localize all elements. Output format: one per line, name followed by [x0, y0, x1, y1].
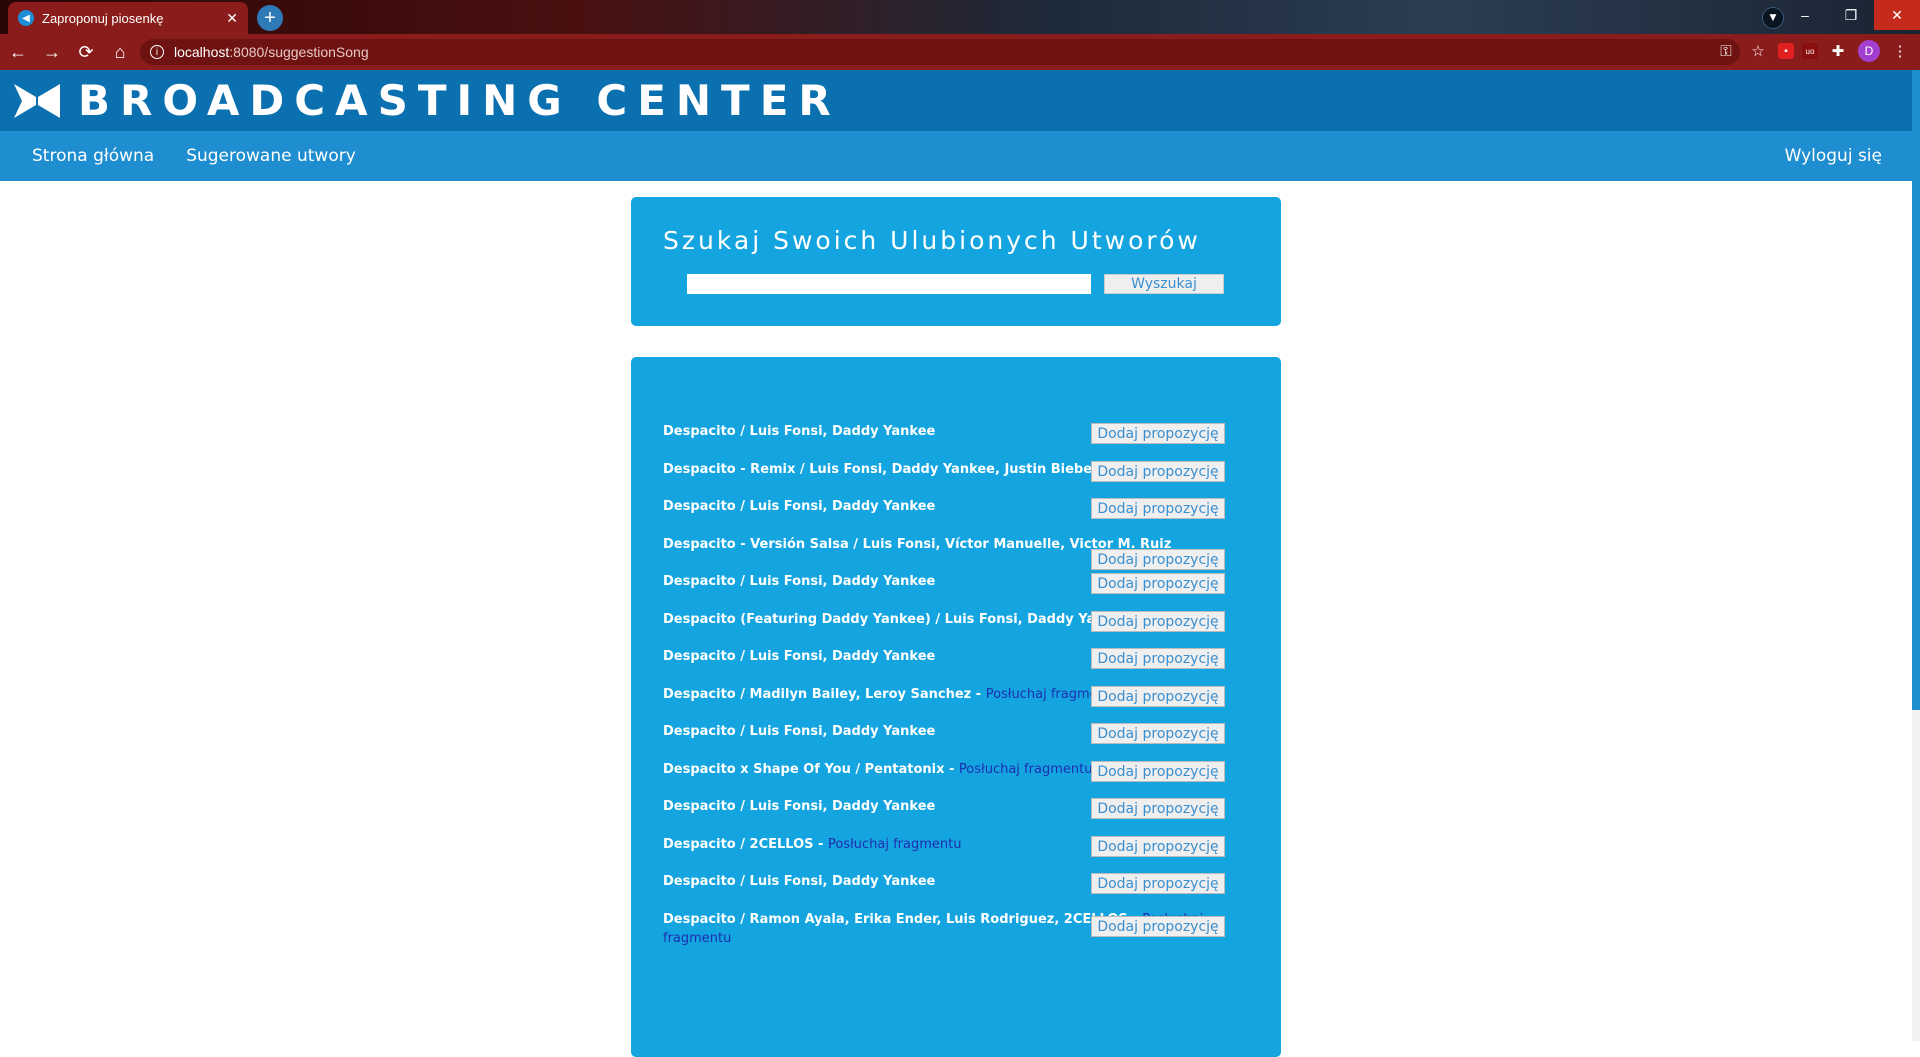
result-row: Despacito (Featuring Daddy Yankee) / Lui…: [663, 608, 1263, 632]
song-title: Despacito / Luis Fonsi, Daddy Yankee: [663, 799, 936, 814]
result-row: Despacito / Luis Fonsi, Daddy Yankee Doda…: [663, 795, 1263, 819]
result-row: Despacito - Remix / Luis Fonsi, Daddy Ya…: [663, 458, 1263, 482]
song-title: Despacito x Shape Of You / Pentatonix -: [663, 762, 959, 777]
song-title: Despacito / Ramon Ayala, Erika Ender, Lu…: [663, 912, 1143, 927]
result-row: Despacito / Luis Fonsi, Daddy Yankee Doda…: [663, 870, 1263, 894]
search-input[interactable]: [687, 274, 1091, 294]
search-panel: Szukaj Swoich Ulubionych Utworów Wyszuka…: [631, 197, 1281, 326]
add-suggestion-button[interactable]: Dodaj propozycję: [1091, 611, 1225, 632]
menu-kebab-icon[interactable]: ⋮: [1888, 38, 1912, 64]
result-row: Despacito / Luis Fonsi, Daddy Yankee Doda…: [663, 420, 1263, 444]
info-icon[interactable]: i: [150, 45, 164, 59]
add-suggestion-button[interactable]: Dodaj propozycję: [1091, 461, 1225, 482]
result-row: Despacito / Luis Fonsi, Daddy Yankee Doda…: [663, 495, 1263, 519]
forward-arrow-icon[interactable]: →: [36, 36, 68, 68]
add-suggestion-button[interactable]: Dodaj propozycję: [1091, 573, 1225, 594]
tab-search-icon[interactable]: ▼: [1762, 7, 1784, 29]
url-host: localhost: [174, 44, 230, 60]
site-nav: Strona główna Sugerowane utwory Wyloguj …: [0, 131, 1912, 181]
result-row: Despacito x Shape Of You / Pentatonix - …: [663, 758, 1263, 782]
result-row: Despacito / Luis Fonsi, Daddy Yankee Doda…: [663, 570, 1263, 594]
reload-icon[interactable]: ⟳: [70, 36, 102, 68]
song-title: Despacito - Remix / Luis Fonsi, Daddy Ya…: [663, 462, 1099, 477]
add-suggestion-button[interactable]: Dodaj propozycję: [1091, 423, 1225, 444]
tab-title: Zaproponuj piosenkę: [42, 10, 164, 26]
back-arrow-icon[interactable]: ←: [2, 36, 34, 68]
search-title: Szukaj Swoich Ulubionych Utworów: [663, 226, 1201, 255]
browser-tab[interactable]: ◀ Zaproponuj piosenkę ✕: [8, 2, 248, 34]
close-tab-icon[interactable]: ✕: [226, 10, 238, 27]
result-row: Despacito / Luis Fonsi, Daddy Yankee Doda…: [663, 720, 1263, 744]
url-path: :8080/suggestionSong: [229, 44, 369, 60]
avatar[interactable]: D: [1858, 40, 1880, 62]
close-window-button[interactable]: ✕: [1874, 0, 1920, 30]
bowtie-logo-icon: [14, 83, 60, 118]
song-title: Despacito / Luis Fonsi, Daddy Yankee: [663, 574, 936, 589]
toolbar-actions: ⚿ ☆ ▪ uo ✚ D ⋮: [1714, 38, 1912, 64]
add-suggestion-button[interactable]: Dodaj propozycję: [1091, 549, 1225, 570]
song-title: Despacito / 2CELLOS -: [663, 837, 828, 852]
add-suggestion-button[interactable]: Dodaj propozycję: [1091, 723, 1225, 744]
add-suggestion-button[interactable]: Dodaj propozycję: [1091, 498, 1225, 519]
minimize-button[interactable]: –: [1782, 0, 1828, 30]
add-suggestion-button[interactable]: Dodaj propozycję: [1091, 873, 1225, 894]
address-bar[interactable]: i localhost:8080/suggestionSong: [140, 39, 1740, 65]
logout-link[interactable]: Wyloguj się: [1785, 146, 1882, 166]
nav-suggested-link[interactable]: Sugerowane utwory: [186, 146, 356, 166]
add-suggestion-button[interactable]: Dodaj propozycję: [1091, 836, 1225, 857]
home-icon[interactable]: ⌂: [104, 36, 136, 68]
song-title: Despacito / Luis Fonsi, Daddy Yankee: [663, 424, 936, 439]
result-row: Despacito - Versión Salsa / Luis Fonsi, …: [663, 533, 1263, 570]
result-row: Despacito / Ramon Ayala, Erika Ender, Lu…: [663, 908, 1263, 946]
add-suggestion-button[interactable]: Dodaj propozycję: [1091, 648, 1225, 669]
add-suggestion-button[interactable]: Dodaj propozycję: [1091, 916, 1225, 937]
add-suggestion-button[interactable]: Dodaj propozycję: [1091, 686, 1225, 707]
restore-button[interactable]: ❐: [1828, 0, 1874, 30]
result-row: Despacito / Luis Fonsi, Daddy Yankee Doda…: [663, 645, 1263, 669]
song-title: Despacito / Madilyn Bailey, Leroy Sanche…: [663, 687, 986, 702]
search-button[interactable]: Wyszukaj: [1104, 274, 1224, 294]
brand-title: BROADCASTING CENTER: [78, 76, 841, 125]
browser-tab-strip: ◀ Zaproponuj piosenkę ✕ + ▼ – ❐ ✕: [0, 0, 1920, 34]
result-row: Despacito / Madilyn Bailey, Leroy Sanche…: [663, 683, 1263, 707]
song-title: Despacito / Luis Fonsi, Daddy Yankee: [663, 499, 936, 514]
site-favicon-icon: ◀: [18, 10, 34, 26]
result-row: Despacito / 2CELLOS - Posłuchaj fragment…: [663, 833, 1263, 857]
extension-icon[interactable]: ▪: [1778, 43, 1794, 59]
nav-home-link[interactable]: Strona główna: [32, 146, 154, 166]
listen-preview-link[interactable]: Posłuchaj fragmentu: [828, 837, 962, 852]
ublock-extension-icon[interactable]: uo: [1802, 43, 1818, 59]
browser-toolbar: ← → ⟳ ⌂ i localhost:8080/suggestionSong …: [0, 34, 1920, 70]
song-title: Despacito (Featuring Daddy Yankee) / Lui…: [663, 612, 1131, 627]
listen-preview-link[interactable]: Posłuchaj fragmentu: [959, 762, 1093, 777]
scrollbar-thumb[interactable]: [1912, 70, 1920, 710]
page-scrollbar[interactable]: [1912, 70, 1920, 1041]
song-title: Despacito / Luis Fonsi, Daddy Yankee: [663, 649, 936, 664]
key-icon[interactable]: ⚿: [1714, 38, 1738, 64]
results-panel: Despacito / Luis Fonsi, Daddy Yankee Doda…: [631, 357, 1281, 1057]
window-controls: – ❐ ✕: [1782, 0, 1920, 30]
add-suggestion-button[interactable]: Dodaj propozycję: [1091, 761, 1225, 782]
song-title: Despacito / Luis Fonsi, Daddy Yankee: [663, 874, 936, 889]
add-suggestion-button[interactable]: Dodaj propozycję: [1091, 798, 1225, 819]
new-tab-button[interactable]: +: [257, 5, 283, 31]
site-header: BROADCASTING CENTER: [0, 70, 1912, 131]
song-title: Despacito / Luis Fonsi, Daddy Yankee: [663, 724, 936, 739]
star-bookmark-icon[interactable]: ☆: [1746, 38, 1770, 64]
puzzle-extensions-icon[interactable]: ✚: [1826, 38, 1850, 64]
